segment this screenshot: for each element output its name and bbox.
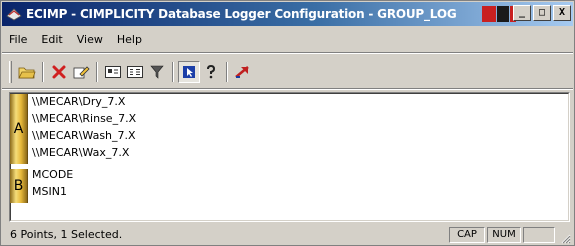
filter-icon[interactable] <box>146 61 168 83</box>
app-icon <box>5 6 23 22</box>
help-icon[interactable] <box>200 61 222 83</box>
small-icons-icon[interactable] <box>124 61 146 83</box>
toolbar <box>9 59 254 85</box>
list-item[interactable]: \\MECAR\Wax_7.X <box>32 145 129 161</box>
list-item[interactable]: MSIN1 <box>32 184 67 200</box>
toolbar-separator <box>96 62 98 82</box>
window-title: ECIMP - CIMPLICITY Database Logger Confi… <box>26 7 457 21</box>
menu-bar: File Edit View Help <box>2 29 149 49</box>
toolbar-separator <box>226 62 228 82</box>
num-lock-indicator: NUM <box>487 227 521 243</box>
delete-icon[interactable] <box>48 61 70 83</box>
maximize-button[interactable]: □ <box>533 5 551 21</box>
title-bar[interactable]: ECIMP - CIMPLICITY Database Logger Confi… <box>2 2 573 26</box>
caps-lock-indicator: CAP <box>449 227 485 243</box>
large-icons-icon[interactable] <box>102 61 124 83</box>
menu-divider <box>2 52 573 54</box>
arrow-icon[interactable] <box>232 61 254 83</box>
menu-help[interactable]: Help <box>110 33 149 46</box>
status-text: 6 Points, 1 Selected. <box>10 228 123 241</box>
resize-grip-icon[interactable] <box>559 232 571 244</box>
open-folder-icon[interactable] <box>16 61 38 83</box>
menu-file[interactable]: File <box>2 33 34 46</box>
toolbar-divider <box>2 88 573 90</box>
toolbar-grip[interactable] <box>9 61 12 83</box>
list-item[interactable]: \\MECAR\Rinse_7.X <box>32 111 136 127</box>
pointer-icon[interactable] <box>178 61 200 83</box>
menu-edit[interactable]: Edit <box>34 33 69 46</box>
point-list[interactable]: A \\MECAR\Dry_7.X \\MECAR\Rinse_7.X \\ME… <box>9 92 570 222</box>
minimize-button[interactable]: _ <box>513 5 531 21</box>
application-window: ECIMP - CIMPLICITY Database Logger Confi… <box>0 0 575 246</box>
edit-icon[interactable] <box>70 61 92 83</box>
list-item[interactable]: \\MECAR\Wash_7.X <box>32 128 136 144</box>
scroll-lock-indicator <box>523 227 555 243</box>
group-tab-b[interactable]: B <box>10 169 28 203</box>
toolbar-separator <box>42 62 44 82</box>
menu-view[interactable]: View <box>70 33 110 46</box>
toolbar-separator <box>172 62 174 82</box>
list-item[interactable]: MCODE <box>32 167 73 183</box>
close-button[interactable]: X <box>553 5 571 21</box>
list-item[interactable]: \\MECAR\Dry_7.X <box>32 94 125 110</box>
group-tab-a[interactable]: A <box>10 94 28 164</box>
status-bar: 6 Points, 1 Selected. CAP NUM <box>2 224 573 246</box>
